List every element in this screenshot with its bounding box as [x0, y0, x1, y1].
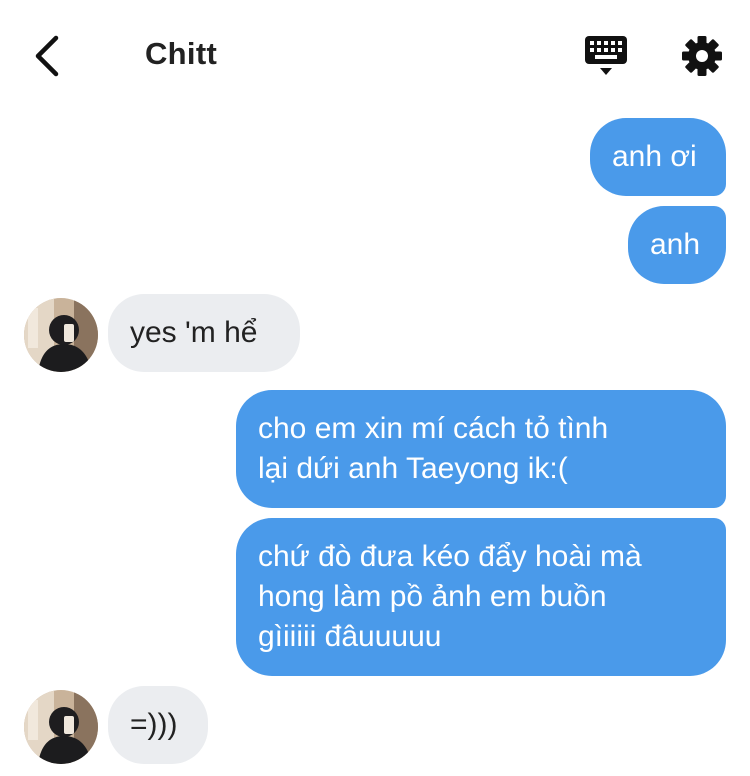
- message-bubble-outgoing[interactable]: chứ đò đưa kéo đẩy hoài mà hong làm pồ ả…: [236, 518, 726, 676]
- message-text: yes 'm hể: [130, 316, 258, 349]
- gear-icon: [682, 36, 722, 76]
- settings-button[interactable]: [678, 32, 726, 80]
- avatar-photo: [24, 690, 98, 764]
- message-bubble-incoming[interactable]: yes 'm hể: [108, 294, 300, 372]
- message-bubble-outgoing[interactable]: cho em xin mí cách tỏ tình lại dứi anh T…: [236, 390, 726, 508]
- message-text: lại dứi anh Taeyong ik:(: [258, 452, 568, 485]
- message-text: anh ơi: [612, 140, 697, 173]
- contact-avatar[interactable]: [24, 298, 98, 372]
- message-text: cho em xin mí cách tỏ tình: [258, 412, 609, 445]
- chat-screen: Chitt anh ơi anh yes 'm hể cho em xin mí…: [0, 0, 750, 776]
- message-text: =))): [130, 708, 178, 741]
- message-bubble-incoming[interactable]: =))): [108, 686, 208, 764]
- message-text: gìiiiii đâuuuuu: [258, 620, 442, 653]
- message-bubble-outgoing[interactable]: anh: [628, 206, 726, 284]
- chevron-left-icon: [35, 35, 59, 77]
- chat-header: Chitt: [0, 0, 750, 110]
- keyboard-button[interactable]: [580, 30, 634, 80]
- message-text: hong làm pồ ảnh em buồn: [258, 580, 607, 613]
- keyboard-icon: [585, 36, 627, 75]
- message-bubble-outgoing[interactable]: anh ơi: [590, 118, 726, 196]
- message-text: chứ đò đưa kéo đẩy hoài mà: [258, 540, 642, 573]
- back-button[interactable]: [22, 28, 72, 84]
- message-text: anh: [650, 228, 701, 261]
- avatar-photo: [24, 298, 98, 372]
- contact-avatar[interactable]: [24, 690, 98, 764]
- chat-title: Chitt: [145, 36, 218, 71]
